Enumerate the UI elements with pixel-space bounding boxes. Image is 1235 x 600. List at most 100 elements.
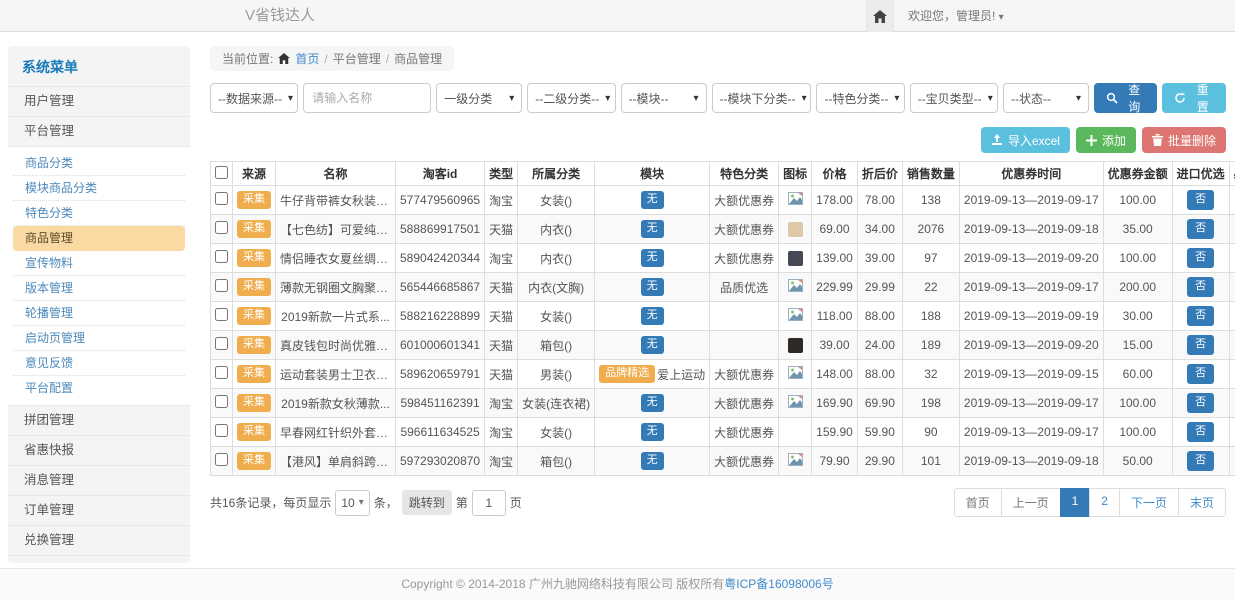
- sidebar-item-4[interactable]: 商品管理: [13, 226, 185, 251]
- sidebar: 系统菜单 用户管理平台管理商品分类模块商品分类特色分类商品管理宣传物料版本管理轮…: [8, 46, 190, 563]
- sidebar-item-5[interactable]: 宣传物料: [13, 251, 185, 276]
- goods-type: 淘宝: [485, 186, 518, 215]
- column-header-7: 特色分类: [710, 162, 779, 186]
- filter-select-8[interactable]: --状态--▾: [1003, 83, 1089, 113]
- sidebar-group-4[interactable]: 省惠快报: [8, 435, 190, 465]
- sidebar-item-7[interactable]: 轮播管理: [13, 301, 185, 326]
- filter-select-6[interactable]: --特色分类--▾: [816, 83, 904, 113]
- row-checkbox[interactable]: [215, 424, 228, 437]
- row-checkbox[interactable]: [215, 279, 228, 292]
- column-header-9: 价格: [812, 162, 858, 186]
- sidebar-group-5[interactable]: 消息管理: [8, 465, 190, 495]
- broken-image-icon: [788, 192, 803, 205]
- jump-page-input[interactable]: [472, 490, 506, 516]
- sidebar-group-2[interactable]: 平台管理: [8, 116, 190, 146]
- module-content: 无: [641, 452, 664, 469]
- import-select-toggle[interactable]: 否: [1187, 248, 1214, 267]
- special-category: 大额优惠券: [710, 389, 779, 418]
- sidebar-item-8[interactable]: 启动页管理: [13, 326, 185, 351]
- coupon-amount: 30.00: [1103, 302, 1172, 331]
- filter-select-4[interactable]: --模块--▾: [621, 83, 707, 113]
- import-select-toggle[interactable]: 否: [1187, 335, 1214, 354]
- filter-select-label: --状态--: [1011, 90, 1051, 107]
- filter-select-label: --模块下分类--: [720, 90, 796, 107]
- name-search-input[interactable]: [303, 83, 431, 113]
- sidebar-item-3[interactable]: 特色分类: [13, 201, 185, 226]
- sidebar-item-6[interactable]: 版本管理: [13, 276, 185, 301]
- sidebar-group-8[interactable]: 结算管理: [8, 555, 190, 563]
- discount-price: 78.00: [857, 186, 902, 215]
- breadcrumb-home-link[interactable]: 首页: [295, 50, 319, 67]
- goods-name: 真皮钱包时尚优雅女士...: [276, 331, 396, 360]
- coupon-time: 2019-09-13—2019-09-20: [959, 244, 1103, 273]
- filter-select-7[interactable]: --宝贝类型--▾: [910, 83, 998, 113]
- import-select-toggle[interactable]: 否: [1187, 393, 1214, 412]
- row-checkbox[interactable]: [215, 453, 228, 466]
- search-button[interactable]: 查询: [1094, 83, 1158, 113]
- table-row: 采集情侣睡衣女夏丝绸男士...589042420344淘宝内衣()无大额优惠券1…: [211, 244, 1235, 273]
- source-cell: 采集: [233, 447, 276, 476]
- import-select-cell: 否: [1172, 302, 1229, 331]
- icp-link[interactable]: 粤ICP备16098006号: [724, 577, 833, 591]
- module-badge: 品牌精选: [599, 365, 655, 382]
- batch-delete-label: 批量删除: [1168, 132, 1216, 149]
- page-button-首页[interactable]: 首页: [954, 488, 1002, 517]
- import-select-toggle[interactable]: 否: [1187, 219, 1214, 238]
- page-button-上一页[interactable]: 上一页: [1001, 488, 1061, 517]
- column-header-3: 淘客id: [396, 162, 485, 186]
- row-checkbox[interactable]: [215, 221, 228, 234]
- must-buy-cell: 否: [1229, 418, 1235, 447]
- filter-select-1[interactable]: --数据来源--▾: [210, 83, 298, 113]
- filter-select-3[interactable]: --二级分类--▾: [527, 83, 615, 113]
- home-icon: [873, 10, 887, 23]
- import-select-toggle[interactable]: 否: [1187, 364, 1214, 383]
- import-select-toggle[interactable]: 否: [1187, 451, 1214, 470]
- import-select-toggle[interactable]: 否: [1187, 422, 1214, 441]
- table-row: 采集牛仔背带裤女秋装减龄...577479560965淘宝女装()无大额优惠券1…: [211, 186, 1235, 215]
- filter-select-2[interactable]: 一级分类▾: [436, 83, 522, 113]
- taoke-id: 589620659791: [396, 360, 485, 389]
- chevron-down-icon: ▾: [999, 12, 1004, 23]
- page-button-末页[interactable]: 末页: [1178, 488, 1226, 517]
- home-button[interactable]: [866, 0, 894, 32]
- row-checkbox[interactable]: [215, 308, 228, 321]
- sidebar-item-2[interactable]: 模块商品分类: [13, 176, 185, 201]
- page-button-2[interactable]: 2: [1089, 488, 1120, 517]
- page-button-1[interactable]: 1: [1060, 488, 1091, 517]
- icon-cell: [779, 447, 812, 476]
- batch-delete-button[interactable]: 批量删除: [1142, 127, 1226, 153]
- import-select-toggle[interactable]: 否: [1187, 277, 1214, 296]
- table-row: 采集【港风】单肩斜跨链条...597293020870淘宝箱包()无大额优惠券7…: [211, 447, 1235, 476]
- row-checkbox[interactable]: [215, 337, 228, 350]
- module-content: 无: [641, 278, 664, 295]
- import-select-toggle[interactable]: 否: [1187, 190, 1214, 209]
- row-checkbox[interactable]: [215, 366, 228, 379]
- row-checkbox[interactable]: [215, 395, 228, 408]
- sales-count: 97: [902, 244, 959, 273]
- goods-name: 2019新款一片式系...: [276, 302, 396, 331]
- goods-thumbnail: [788, 222, 803, 237]
- filter-select-5[interactable]: --模块下分类--▾: [712, 83, 812, 113]
- sidebar-item-10[interactable]: 平台配置: [13, 376, 185, 401]
- sidebar-group-7[interactable]: 兑换管理: [8, 525, 190, 555]
- welcome-dropdown[interactable]: 欢迎您，管理员! ▾: [894, 0, 1004, 32]
- sidebar-group-6[interactable]: 订单管理: [8, 495, 190, 525]
- select-all-checkbox[interactable]: [215, 166, 228, 179]
- row-checkbox[interactable]: [215, 250, 228, 263]
- jump-button[interactable]: 跳转到: [402, 490, 452, 515]
- sidebar-item-9[interactable]: 意见反馈: [13, 351, 185, 376]
- row-checkbox[interactable]: [215, 192, 228, 205]
- sidebar-group-1[interactable]: 用户管理: [8, 86, 190, 116]
- taoke-id: 589042420344: [396, 244, 485, 273]
- page-button-下一页[interactable]: 下一页: [1119, 488, 1179, 517]
- chevron-down-icon: ▾: [509, 93, 514, 104]
- add-button[interactable]: 添加: [1076, 127, 1136, 153]
- sidebar-group-3[interactable]: 拼团管理: [8, 405, 190, 435]
- import-select-toggle[interactable]: 否: [1187, 306, 1214, 325]
- row-checkbox-cell: [211, 418, 233, 447]
- reset-button[interactable]: 重置: [1162, 83, 1226, 113]
- sidebar-item-1[interactable]: 商品分类: [13, 151, 185, 176]
- import-excel-button[interactable]: 导入excel: [981, 127, 1070, 153]
- sales-count: 101: [902, 447, 959, 476]
- per-page-select[interactable]: 10▾: [335, 490, 369, 516]
